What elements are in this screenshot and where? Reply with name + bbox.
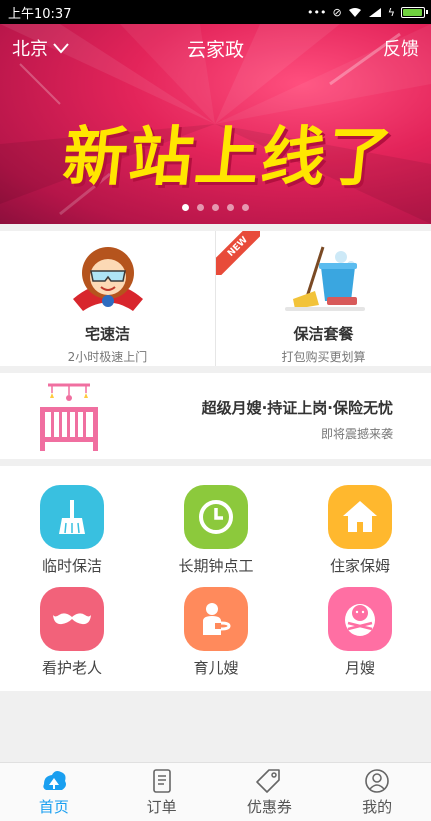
tab-home[interactable]: 首页 bbox=[0, 763, 108, 821]
service-label: 临时保洁 bbox=[41, 557, 102, 575]
super-cleaner-icon bbox=[72, 247, 143, 311]
clock-icon bbox=[184, 485, 248, 549]
carousel-dot[interactable] bbox=[242, 204, 249, 211]
more-icon: ••• bbox=[307, 5, 327, 19]
house-icon bbox=[328, 485, 392, 549]
chevron-down-icon bbox=[53, 43, 69, 54]
service-label: 长期钟点工 bbox=[178, 557, 254, 575]
home-icon bbox=[43, 770, 66, 790]
promo-subtitle: 打包购买更划算 bbox=[281, 350, 366, 364]
banner-carousel[interactable]: 北京 云家政 反馈 新站上线了 bbox=[0, 24, 431, 224]
tab-profile[interactable]: 我的 bbox=[323, 763, 431, 821]
service-temporary-cleaning[interactable]: 临时保洁 bbox=[12, 485, 132, 576]
service-maternity-nurse[interactable]: 月嫂 bbox=[300, 587, 420, 678]
header-bar: 北京 云家政 反馈 bbox=[0, 24, 431, 72]
signal-icon bbox=[368, 7, 381, 17]
mute-icon: ⊘ bbox=[332, 5, 342, 19]
app-title: 云家政 bbox=[186, 38, 245, 61]
nanny-icon bbox=[184, 587, 248, 651]
city-label: 北京 bbox=[12, 39, 48, 60]
tab-label: 订单 bbox=[146, 797, 177, 816]
maternity-subtitle: 即将震撼来袭 bbox=[320, 427, 393, 441]
tab-label: 我的 bbox=[362, 797, 393, 816]
feedback-button[interactable]: 反馈 bbox=[383, 35, 419, 61]
banner-headline: 新站上线了 bbox=[59, 121, 398, 195]
service-live-in-nanny[interactable]: 住家保姆 bbox=[300, 485, 420, 576]
service-childcare-nanny[interactable]: 育儿嫂 bbox=[156, 587, 276, 678]
maternity-banner[interactable]: 超级月嫂·持证上岗·保险无忧 即将震撼来袭 bbox=[0, 373, 431, 459]
city-selector[interactable]: 北京 bbox=[12, 35, 70, 61]
tab-coupons[interactable]: 优惠券 bbox=[216, 763, 324, 821]
service-elder-care[interactable]: 看护老人 bbox=[12, 587, 132, 678]
charging-icon: ϟ bbox=[387, 5, 395, 19]
broom-icon bbox=[40, 485, 104, 549]
bottom-tab-bar: 首页 订单 优惠券 我的 bbox=[0, 762, 431, 821]
service-label: 月嫂 bbox=[344, 659, 375, 677]
profile-icon bbox=[365, 768, 389, 793]
service-label: 看护老人 bbox=[41, 659, 102, 677]
coupon-icon bbox=[256, 768, 281, 793]
baby-icon bbox=[328, 587, 392, 651]
carousel-dot[interactable] bbox=[212, 204, 219, 211]
promo-card-cleaning-package[interactable]: NEW 保洁套餐 打包购买更划算 bbox=[215, 231, 431, 366]
wifi-icon bbox=[348, 7, 361, 17]
status-time: 上午10:37 bbox=[8, 6, 72, 22]
carousel-dot[interactable] bbox=[197, 204, 204, 211]
carousel-dot[interactable] bbox=[227, 204, 234, 211]
promo-section: 宅速洁 2小时极速上门 NEW 保洁套餐 打包购买更划算 bbox=[0, 231, 431, 366]
promo-title: 保洁套餐 bbox=[293, 325, 354, 343]
tab-label: 首页 bbox=[38, 797, 69, 816]
cleaning-bucket-icon bbox=[284, 246, 365, 311]
service-label: 住家保姆 bbox=[329, 557, 390, 575]
service-grid: 临时保洁 长期钟点工 住家保姆 看护老人 育儿嫂 月嫂 bbox=[0, 466, 431, 691]
order-icon bbox=[152, 768, 171, 793]
maternity-title: 超级月嫂·持证上岗·保险无忧 bbox=[201, 399, 393, 417]
carousel-dot[interactable] bbox=[182, 204, 189, 211]
service-hourly-worker[interactable]: 长期钟点工 bbox=[156, 485, 276, 576]
status-icons: ••• ⊘ ϟ bbox=[307, 5, 428, 19]
promo-card-express-clean[interactable]: 宅速洁 2小时极速上门 bbox=[0, 231, 215, 366]
tab-orders[interactable]: 订单 bbox=[108, 763, 216, 821]
battery-icon bbox=[401, 6, 428, 18]
mustache-icon bbox=[40, 587, 104, 651]
status-bar: 上午10:37 ••• ⊘ ϟ bbox=[0, 0, 431, 24]
crib-icon bbox=[40, 383, 98, 451]
tab-label: 优惠券 bbox=[246, 797, 292, 816]
service-label: 育儿嫂 bbox=[193, 659, 239, 677]
carousel-dots bbox=[0, 204, 431, 211]
promo-title: 宅速洁 bbox=[84, 325, 130, 343]
new-badge: NEW bbox=[216, 231, 260, 275]
promo-subtitle: 2小时极速上门 bbox=[67, 350, 148, 364]
